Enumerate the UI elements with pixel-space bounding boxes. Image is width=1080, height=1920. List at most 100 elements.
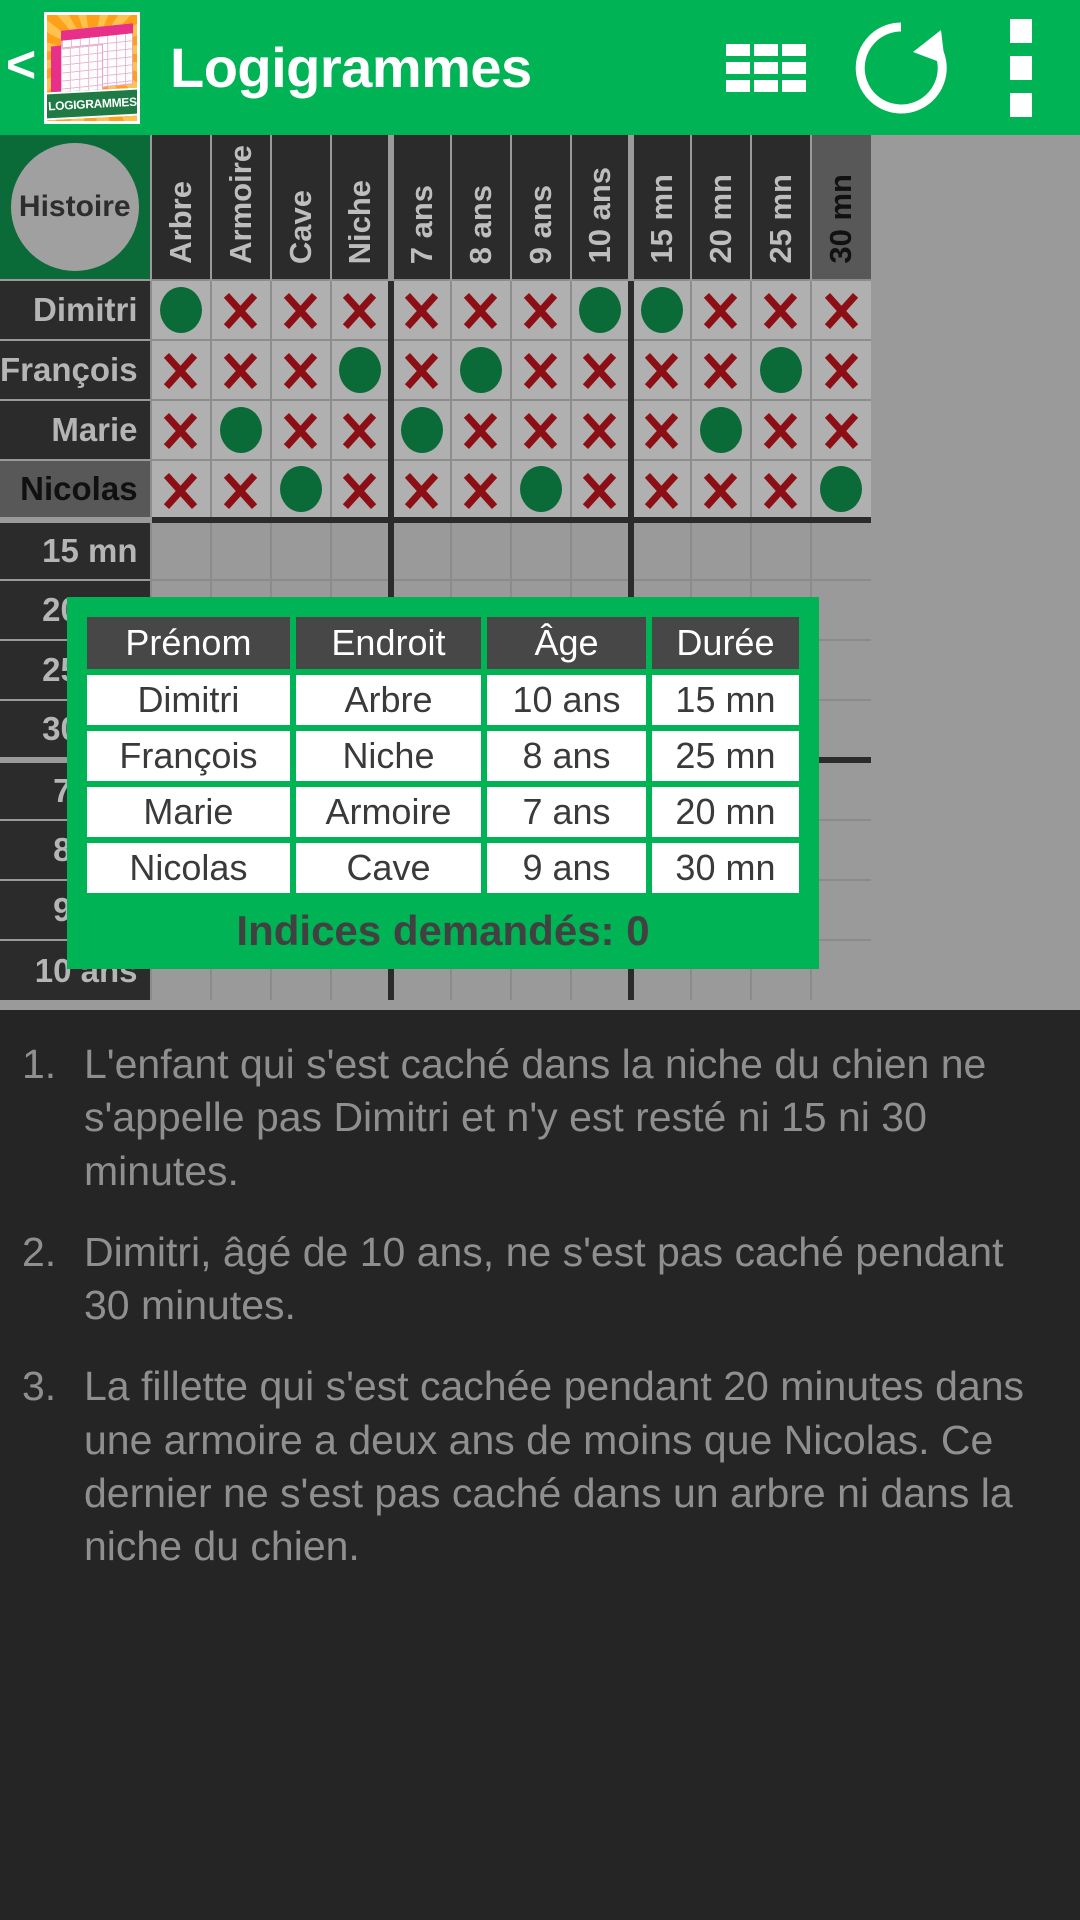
- grid-cell[interactable]: [209, 399, 271, 460]
- row-header[interactable]: Marie: [0, 399, 151, 460]
- grid-cell[interactable]: [209, 517, 271, 580]
- grid-cell[interactable]: [809, 517, 871, 580]
- solution-cell: 30 mn: [651, 843, 799, 893]
- back-button[interactable]: <: [0, 0, 42, 135]
- grid-cell[interactable]: [749, 339, 811, 400]
- logic-grid-header-row: Histoire Arbre Armoire Cave Niche 7 ans 8 ans…: [0, 135, 871, 280]
- solution-cell: Nicolas: [87, 843, 290, 893]
- grid-cell[interactable]: [627, 459, 691, 520]
- grid-cell[interactable]: [449, 459, 511, 520]
- grid-cell[interactable]: [627, 279, 691, 340]
- grid-cell[interactable]: [809, 819, 871, 880]
- grid-cell[interactable]: [749, 399, 811, 460]
- column-header[interactable]: Cave: [269, 135, 331, 280]
- grid-cell[interactable]: [449, 517, 511, 580]
- column-header[interactable]: 20 mn: [689, 135, 751, 280]
- grid-cell[interactable]: [209, 459, 271, 520]
- grid-cell[interactable]: [809, 879, 871, 940]
- column-header[interactable]: 7 ans: [387, 135, 451, 280]
- grid-cell[interactable]: [689, 399, 751, 460]
- column-header[interactable]: Arbre: [149, 135, 211, 280]
- overflow-menu-icon[interactable]: [976, 0, 1066, 135]
- grid-cell[interactable]: [809, 939, 871, 1000]
- grid-cell[interactable]: [269, 399, 331, 460]
- grid-cell[interactable]: [809, 339, 871, 400]
- grid-cell[interactable]: [329, 399, 391, 460]
- column-header[interactable]: Niche: [329, 135, 391, 280]
- grid-cell[interactable]: [149, 517, 211, 580]
- grid-cell[interactable]: [809, 639, 871, 700]
- grid-cell[interactable]: [509, 517, 571, 580]
- grid-cell[interactable]: [689, 459, 751, 520]
- row-header[interactable]: Dimitri: [0, 279, 151, 340]
- column-header[interactable]: Armoire: [209, 135, 271, 280]
- grid-cell[interactable]: [387, 279, 451, 340]
- grid-cell[interactable]: [569, 279, 631, 340]
- grid-cell[interactable]: [387, 339, 451, 400]
- column-header[interactable]: 15 mn: [627, 135, 691, 280]
- grid-cell[interactable]: [569, 517, 631, 580]
- clues-list: 1. L'enfant qui s'est caché dans la niche…: [0, 1010, 1080, 1920]
- grid-cell[interactable]: [809, 279, 871, 340]
- grid-cell[interactable]: [809, 459, 871, 520]
- row-header[interactable]: 15 mn: [0, 517, 151, 580]
- clue-item[interactable]: 1. L'enfant qui s'est caché dans la niche…: [22, 1038, 1050, 1198]
- grid-view-icon[interactable]: [706, 0, 826, 135]
- grid-cell[interactable]: [449, 399, 511, 460]
- grid-cell[interactable]: [809, 699, 871, 760]
- grid-cell[interactable]: [387, 399, 451, 460]
- grid-cell[interactable]: [509, 279, 571, 340]
- grid-cell[interactable]: [809, 399, 871, 460]
- column-header[interactable]: 8 ans: [449, 135, 511, 280]
- row-header[interactable]: François: [0, 339, 151, 400]
- grid-cell[interactable]: [149, 279, 211, 340]
- grid-cell[interactable]: [149, 459, 211, 520]
- grid-cell[interactable]: [509, 399, 571, 460]
- column-header[interactable]: 25 mn: [749, 135, 811, 280]
- grid-cell[interactable]: [449, 279, 511, 340]
- logic-grid-row: Marie: [0, 399, 871, 460]
- grid-cell[interactable]: [569, 459, 631, 520]
- grid-cell[interactable]: [209, 339, 271, 400]
- grid-cell[interactable]: [689, 339, 751, 400]
- grid-cell[interactable]: [749, 517, 811, 580]
- grid-cell[interactable]: [509, 339, 571, 400]
- grid-cell[interactable]: [809, 579, 871, 640]
- grid-cell[interactable]: [809, 757, 871, 820]
- grid-cell[interactable]: [569, 399, 631, 460]
- grid-cell[interactable]: [387, 517, 451, 580]
- grid-cell[interactable]: [627, 399, 691, 460]
- grid-cell[interactable]: [749, 459, 811, 520]
- grid-cell[interactable]: [689, 279, 751, 340]
- histoire-button[interactable]: Histoire: [10, 143, 139, 271]
- grid-cell[interactable]: [449, 339, 511, 400]
- clue-item[interactable]: 3. La fillette qui s'est cachée pendant 2…: [22, 1360, 1050, 1573]
- grid-cell[interactable]: [387, 459, 451, 520]
- row-header[interactable]: Nicolas: [0, 459, 151, 520]
- hints-requested-label: Indices demandés: 0: [236, 907, 650, 954]
- grid-cell[interactable]: [209, 279, 271, 340]
- grid-cell[interactable]: [329, 279, 391, 340]
- grid-cell[interactable]: [149, 399, 211, 460]
- grid-cell[interactable]: [329, 459, 391, 520]
- grid-cell[interactable]: [329, 339, 391, 400]
- grid-cell[interactable]: [149, 339, 211, 400]
- grid-cell[interactable]: [269, 339, 331, 400]
- circle-mark-icon: [459, 347, 502, 393]
- column-header-label: 8 ans: [462, 184, 498, 264]
- column-header[interactable]: 10 ans: [569, 135, 631, 280]
- grid-cell[interactable]: [689, 517, 751, 580]
- grid-cell[interactable]: [269, 517, 331, 580]
- grid-cell[interactable]: [329, 517, 391, 580]
- grid-cell[interactable]: [269, 279, 331, 340]
- grid-cell[interactable]: [509, 459, 571, 520]
- grid-cell[interactable]: [749, 279, 811, 340]
- grid-cell[interactable]: [627, 339, 691, 400]
- grid-cell[interactable]: [569, 339, 631, 400]
- refresh-icon[interactable]: [826, 0, 976, 135]
- grid-cell[interactable]: [269, 459, 331, 520]
- column-header[interactable]: 9 ans: [509, 135, 571, 280]
- grid-cell[interactable]: [627, 517, 691, 580]
- column-header[interactable]: 30 mn: [809, 135, 871, 280]
- clue-item[interactable]: 2. Dimitri, âgé de 10 ans, ne s'est pas c…: [22, 1226, 1050, 1333]
